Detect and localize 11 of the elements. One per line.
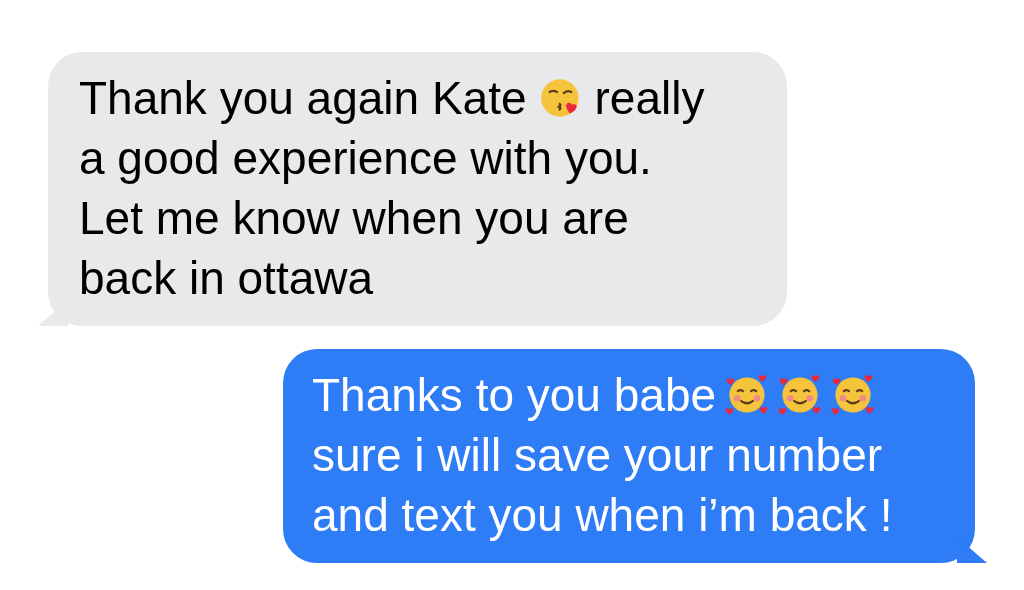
message-text: Thanks to you babe xyxy=(312,368,717,423)
message-text: sure i will save your number xyxy=(312,428,883,483)
smiling-face-with-hearts-icon xyxy=(725,373,770,417)
message-text: and text you when i’m back ! xyxy=(312,488,893,543)
message-text: a good experience with you. xyxy=(79,131,652,186)
smiling-face-with-hearts-icon xyxy=(831,373,876,417)
smiling-face-with-hearts-icon xyxy=(778,373,823,417)
message-text: Thank you again Kate xyxy=(79,71,527,126)
message-text: really xyxy=(594,71,705,126)
message-text: back in ottawa xyxy=(79,251,374,306)
message-text: Let me know when you are xyxy=(79,191,629,246)
